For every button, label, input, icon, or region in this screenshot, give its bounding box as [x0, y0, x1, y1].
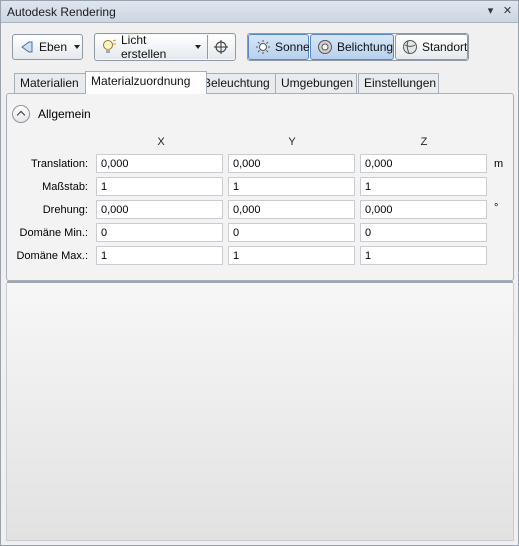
exposure-label: Belichtung	[337, 40, 394, 54]
collapse-icon[interactable]	[12, 105, 30, 123]
translation-z-field[interactable]: 0,000	[360, 154, 487, 173]
exposure-button[interactable]: Belichtung	[310, 34, 394, 60]
crosshair-icon	[213, 39, 229, 55]
domain-max-y-field[interactable]: 1	[228, 246, 355, 265]
column-header-z: Z	[420, 136, 428, 148]
sun-icon	[255, 39, 271, 55]
column-header-y: Y	[288, 136, 296, 148]
translation-unit: m	[494, 158, 504, 170]
rotation-z-field[interactable]: 0,000	[360, 200, 487, 219]
rotation-x-field[interactable]: 0,000	[96, 200, 223, 219]
chevron-down-icon	[74, 45, 81, 49]
rendering-window: Autodesk Rendering ▾ ✕ Eben Licht erstel…	[0, 0, 519, 546]
lightbulb-icon	[101, 39, 117, 55]
window-title: Autodesk Rendering	[7, 5, 116, 19]
mapping-panel: Allgemein X Y Z Translation: 0,000 0,000…	[6, 93, 514, 281]
tab-lighting[interactable]: Beleuchtung	[197, 73, 281, 93]
globe-icon	[402, 39, 418, 55]
translation-x-field[interactable]: 0,000	[96, 154, 223, 173]
location-label: Standort	[422, 40, 468, 54]
target-light-button[interactable]	[209, 35, 235, 59]
scale-y-field[interactable]: 1	[228, 177, 355, 196]
domain-max-x-field[interactable]: 1	[96, 246, 223, 265]
lower-pane	[6, 283, 514, 541]
domain-max-z-field[interactable]: 1	[360, 246, 487, 265]
sun-button[interactable]: Sonne	[248, 34, 310, 60]
pin-icon[interactable]: ▾	[483, 4, 498, 19]
create-light-button[interactable]: Licht erstellen	[95, 33, 208, 61]
location-button[interactable]: Standort	[395, 34, 468, 60]
sun-label: Sonne	[275, 40, 310, 54]
tab-materials[interactable]: Materialien	[14, 73, 86, 93]
domain-max-label: Domäne Max.:	[16, 250, 88, 262]
domain-min-label: Domäne Min.:	[19, 227, 88, 239]
rotation-y-field[interactable]: 0,000	[228, 200, 355, 219]
toolbar: Eben Licht erstellen Sonne Belichtung St…	[1, 23, 518, 71]
scale-z-field[interactable]: 1	[360, 177, 487, 196]
scale-label: Maßstab:	[42, 181, 88, 193]
rotation-unit: °	[494, 202, 499, 214]
scale-x-field[interactable]: 1	[96, 177, 223, 196]
translation-label: Translation:	[30, 158, 88, 170]
layers-icon	[19, 39, 35, 55]
title-bar[interactable]: Autodesk Rendering ▾ ✕	[1, 1, 518, 23]
domain-min-z-field[interactable]: 0	[360, 223, 487, 242]
exposure-icon	[317, 39, 333, 55]
create-light-label: Licht erstellen	[121, 33, 167, 61]
domain-min-x-field[interactable]: 0	[96, 223, 223, 242]
close-icon[interactable]: ✕	[500, 4, 515, 19]
translation-y-field[interactable]: 0,000	[228, 154, 355, 173]
tab-environments[interactable]: Umgebungen	[275, 73, 357, 93]
layers-label: Eben	[39, 40, 68, 54]
layers-button[interactable]: Eben	[12, 34, 83, 60]
section-title: Allgemein	[38, 107, 91, 121]
column-header-x: X	[157, 136, 165, 148]
tab-material-mapping[interactable]: Materialzuordnung	[85, 71, 207, 94]
domain-min-y-field[interactable]: 0	[228, 223, 355, 242]
tab-settings[interactable]: Einstellungen	[358, 73, 439, 93]
section-header: Allgemein	[12, 104, 91, 124]
chevron-down-icon	[195, 45, 201, 49]
rotation-label: Drehung:	[42, 204, 88, 216]
